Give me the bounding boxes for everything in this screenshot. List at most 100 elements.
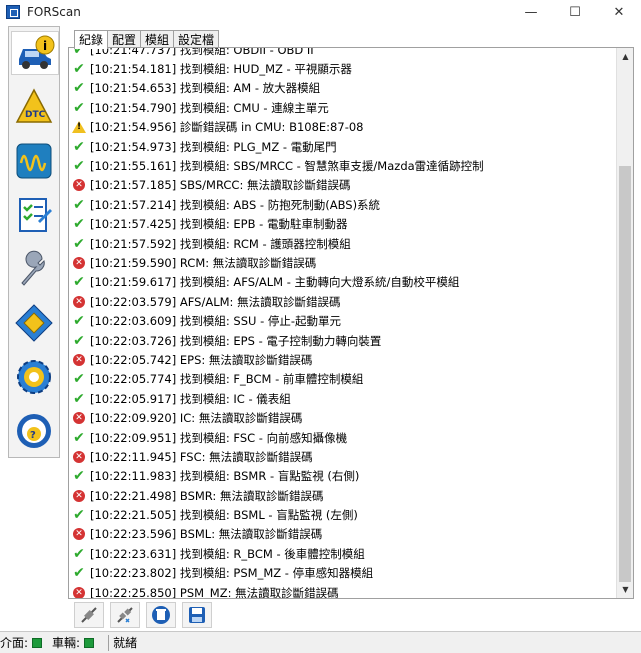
success-check-icon: ✔ — [73, 80, 85, 97]
sidebar-item-settings[interactable] — [12, 355, 56, 399]
success-check-icon: ✔ — [73, 468, 85, 485]
log-entry: ✕ [10:22:21.498] BSMR: 無法讀取診斷錯誤碼 — [72, 486, 612, 505]
sidebar-item-dtc[interactable]: DTC — [12, 85, 56, 129]
error-icon: ✕ — [72, 450, 86, 464]
error-icon: ✕ — [72, 353, 86, 367]
success-check-icon: ✔ — [73, 313, 85, 330]
log-entry-text: [10:22:05.774] 找到模組: F_BCM - 前車體控制模組 — [90, 372, 364, 387]
success-check-icon: ✔ — [73, 429, 85, 446]
sidebar-item-oscilloscope[interactable] — [12, 139, 56, 183]
log-entry-text: [10:22:09.951] 找到模組: FSC - 向前感知攝像機 — [90, 430, 348, 445]
log-entry: ✔ [10:22:03.609] 找到模組: SSU - 停止-起動單元 — [72, 311, 612, 330]
connect-button[interactable] — [74, 602, 104, 628]
tab-profiles[interactable]: 設定檔 — [173, 30, 220, 48]
error-icon: ✕ — [72, 295, 86, 309]
log-entry: ✕ [10:22:09.920] IC: 無法讀取診斷錯誤碼 — [72, 408, 612, 427]
log-entry-text: [10:21:54.790] 找到模組: CMU - 連線主單元 — [90, 100, 329, 115]
clear-log-button[interactable] — [146, 602, 176, 628]
tab-log[interactable]: 紀錄 — [74, 30, 109, 49]
log-entry: ✔ [10:21:57.425] 找到模組: EPB - 電動駐車制動器 — [72, 215, 612, 234]
warning-icon — [72, 120, 86, 134]
log-entry: ✔ [10:22:23.631] 找到模組: R_BCM - 後車體控制模組 — [72, 544, 612, 563]
disconnect-button[interactable] — [110, 602, 140, 628]
success-check-icon: ✔ — [73, 507, 85, 524]
success-check-icon: ✔ — [73, 545, 85, 562]
save-log-button[interactable] — [182, 602, 212, 628]
interface-label: 介面: — [0, 636, 29, 650]
gear-icon — [17, 360, 51, 394]
tab-modules[interactable]: 模組 — [140, 30, 175, 48]
status-bar: 介面: 車輛: 就緒 — [0, 631, 641, 653]
log-entry: ✕ [10:22:23.596] BSML: 無法讀取診斷錯誤碼 — [72, 525, 612, 544]
success-check-icon: ✔ — [73, 99, 85, 116]
scroll-thumb[interactable] — [619, 166, 631, 582]
log-entry-text: [10:22:05.917] 找到模組: IC - 儀表組 — [90, 391, 291, 406]
log-toolbar — [68, 600, 634, 630]
dtc-icon: DTC — [15, 88, 53, 123]
log-entry: ✕ [10:22:25.850] PSM_MZ: 無法讀取診斷錯誤碼 — [72, 583, 612, 598]
log-entry-text: [10:22:21.498] BSMR: 無法讀取診斷錯誤碼 — [90, 488, 324, 503]
log-entry-text: [10:22:23.802] 找到模組: PSM_MZ - 停車感知器模組 — [90, 566, 374, 581]
vehicle-led-icon — [84, 637, 95, 648]
error-icon: ✕ — [72, 256, 86, 270]
error-icon: ✕ — [72, 586, 86, 598]
sidebar-item-service[interactable] — [12, 247, 56, 291]
log-entry: ✔ [10:21:54.973] 找到模組: PLG_MZ - 電動尾門 — [72, 137, 612, 156]
success-check-icon: ✔ — [73, 371, 85, 388]
success-check-icon: ✔ — [73, 332, 85, 349]
log-entry: ✔ [10:21:55.161] 找到模組: SBS/MRCC - 智慧煞車支援/… — [72, 156, 612, 175]
log-entry: ✔ [10:22:09.951] 找到模組: FSC - 向前感知攝像機 — [72, 428, 612, 447]
car-info-icon: i — [19, 35, 55, 69]
success-check-icon: ✔ — [73, 138, 85, 155]
log-entry: ✔ [10:22:03.726] 找到模組: EPS - 電子控制動力轉向裝置 — [72, 331, 612, 350]
vehicle-label: 車輛: — [52, 636, 81, 650]
error-icon: ✕ — [72, 178, 86, 192]
connect-icon — [81, 607, 97, 623]
scroll-down-arrow-icon[interactable]: ▼ — [617, 581, 633, 598]
log-entry: [10:21:54.956] 診斷錯誤碼 in CMU: B108E:87-08 — [72, 118, 612, 137]
log-entry: ✔ [10:22:05.774] 找到模組: F_BCM - 前車體控制模組 — [72, 370, 612, 389]
log-entry: ✕ [10:22:05.742] EPS: 無法讀取診斷錯誤碼 — [72, 350, 612, 369]
status-separator — [108, 634, 110, 651]
tab-config[interactable]: 配置 — [107, 30, 142, 48]
oscilloscope-icon — [16, 143, 52, 179]
log-entry-text: [10:22:05.742] EPS: 無法讀取診斷錯誤碼 — [90, 352, 313, 367]
sidebar-item-configuration[interactable] — [12, 301, 56, 345]
log-entry: ✔ [10:22:23.802] 找到模組: PSM_MZ - 停車感知器模組 — [72, 564, 612, 583]
log-entry: ✔ [10:22:21.505] 找到模組: BSML - 盲點監視 (左側) — [72, 505, 612, 524]
log-entry-text: [10:22:11.945] FSC: 無法讀取診斷錯誤碼 — [90, 449, 313, 464]
log-entry: ✔ [10:21:54.790] 找到模組: CMU - 連線主單元 — [72, 98, 612, 117]
success-check-icon: ✔ — [73, 158, 85, 175]
log-entry-text: [10:21:57.214] 找到模組: ABS - 防抱死制動(ABS)系統 — [90, 197, 381, 212]
clear-icon — [152, 606, 170, 624]
window-title: FORScan — [27, 5, 81, 19]
sidebar-item-vehicle-info[interactable]: i — [11, 31, 59, 75]
success-check-icon: ✔ — [73, 235, 85, 252]
minimize-button[interactable]: — — [509, 0, 553, 24]
close-button[interactable]: ✕ — [597, 0, 641, 24]
log-entry-text: [10:21:54.973] 找到模組: PLG_MZ - 電動尾門 — [90, 139, 337, 154]
log-entry-text: [10:21:55.161] 找到模組: SBS/MRCC - 智慧煞車支援/M… — [90, 159, 484, 174]
title-bar: FORScan — ☐ ✕ — [0, 0, 641, 24]
vertical-scrollbar[interactable]: ▲ ▼ — [616, 48, 633, 598]
scroll-up-arrow-icon[interactable]: ▲ — [617, 48, 633, 65]
interface-status: 介面: — [0, 634, 46, 651]
log-entry-text: [10:21:54.653] 找到模組: AM - 放大器模組 — [90, 81, 321, 96]
log-entry-text: [10:22:03.579] AFS/ALM: 無法讀取診斷錯誤碼 — [90, 294, 341, 309]
log-entry: ✔ [10:22:05.917] 找到模組: IC - 儀表組 — [72, 389, 612, 408]
wrench-icon — [21, 250, 45, 286]
log-entry-text: [10:21:54.181] 找到模組: HUD_MZ - 平視顯示器 — [90, 62, 352, 77]
window-controls: — ☐ ✕ — [509, 0, 641, 24]
dtc-label: DTC — [25, 110, 46, 120]
sidebar-item-tests[interactable] — [12, 193, 56, 237]
disconnect-icon — [117, 607, 133, 623]
help-steering-icon: ? — [17, 414, 51, 448]
log-entry-text: [10:22:11.983] 找到模組: BSMR - 盲點監視 (右側) — [90, 469, 360, 484]
maximize-button[interactable]: ☐ — [553, 0, 597, 24]
help-label: ? — [30, 430, 36, 441]
sidebar-item-help[interactable]: ? — [12, 409, 56, 453]
vehicle-status: 車輛: — [52, 634, 98, 651]
log-entry-text: [10:21:59.617] 找到模組: AFS/ALM - 主動轉向大燈系統/… — [90, 275, 460, 290]
log-entry: ✔ [10:21:54.653] 找到模組: AM - 放大器模組 — [72, 79, 612, 98]
success-check-icon: ✔ — [73, 61, 85, 78]
